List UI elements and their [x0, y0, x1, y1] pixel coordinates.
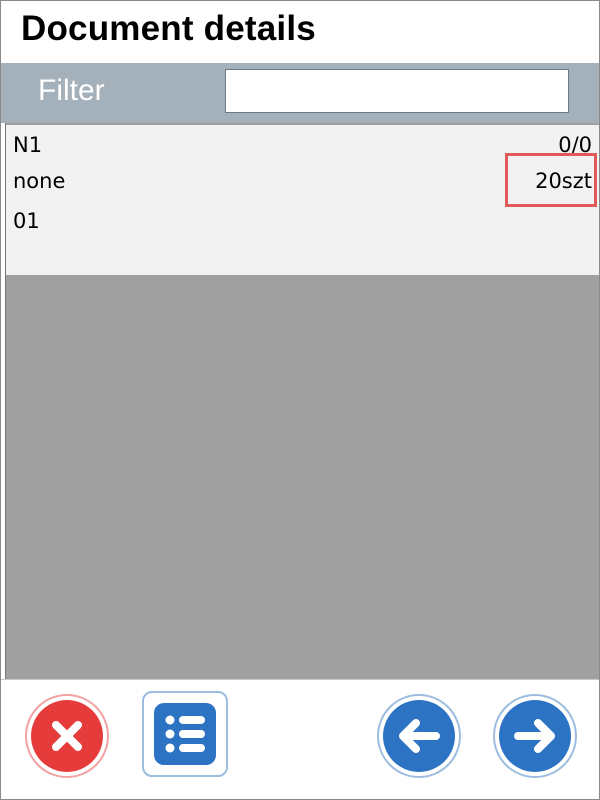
bottom-toolbar [1, 679, 599, 799]
page-title: Document details [21, 9, 316, 48]
next-button[interactable] [493, 694, 577, 778]
filter-bar: Filter [1, 63, 599, 123]
previous-button[interactable] [377, 694, 461, 778]
close-icon [31, 700, 103, 772]
list-icon [154, 703, 216, 765]
arrow-right-icon [499, 700, 571, 772]
filter-input[interactable] [225, 69, 569, 113]
app-window: Document details Filter N1 0/0 none 20sz… [0, 0, 600, 800]
item-code: N1 [13, 133, 43, 157]
item-location: none [13, 169, 66, 193]
quantity-highlight-box [505, 153, 597, 207]
list-button[interactable] [142, 691, 228, 777]
item-batch: 01 [13, 209, 40, 233]
filter-label: Filter [38, 74, 105, 107]
cancel-button[interactable] [25, 694, 109, 778]
arrow-left-icon [383, 700, 455, 772]
